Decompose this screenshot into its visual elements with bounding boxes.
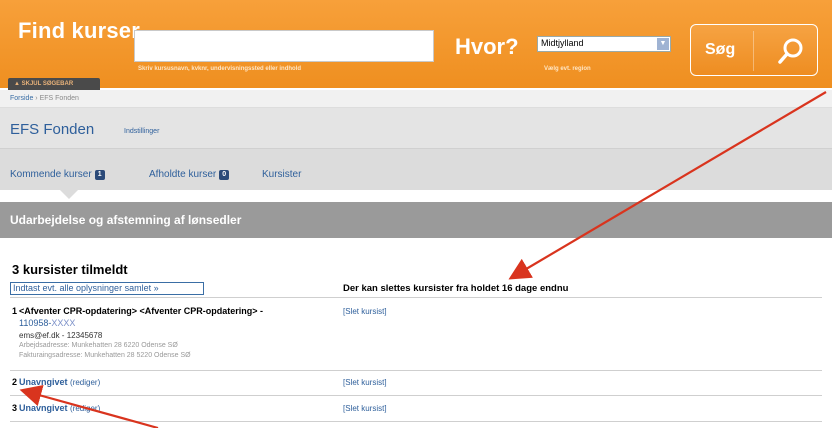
participants-panel xyxy=(10,238,822,428)
enter-all-info-link[interactable]: Indtast evt. alle oplysninger samlet » xyxy=(10,282,204,295)
collapse-search-tab[interactable]: ▲ SKJUL SØGEBAR xyxy=(8,78,100,90)
count-badge: 1 xyxy=(94,170,105,180)
breadcrumb: Forside › EFS Fonden xyxy=(0,90,832,108)
tab-upcoming-courses[interactable]: Kommende kurser 1 xyxy=(10,169,105,180)
tab-past-label: Afholdte kurser xyxy=(149,169,217,180)
org-name: EFS Fonden xyxy=(10,121,95,138)
search-button-label: Søg xyxy=(705,41,736,58)
participant-contact: ems@ef.dk - 12345678 xyxy=(19,331,103,340)
chevron-down-icon: ▼ xyxy=(657,38,669,50)
search-button[interactable]: Søg xyxy=(690,24,818,76)
row-index: 3 xyxy=(12,403,18,413)
edit-link[interactable]: (rediger) xyxy=(70,404,100,413)
participant-cpr[interactable]: 110958-XXXX xyxy=(19,318,75,328)
billing-address: Fakturaingsadresse: Munkehatten 28 5220 … xyxy=(19,352,191,359)
tab-past-courses[interactable]: Afholdte kurser 0 xyxy=(149,169,230,180)
settings-link[interactable]: Indstillinger xyxy=(124,128,159,135)
divider xyxy=(10,297,822,298)
region-select-value: Midtjylland xyxy=(541,38,584,48)
page: Find kurser Skriv kursusnavn, kvknr, und… xyxy=(0,0,832,428)
breadcrumb-current: EFS Fonden xyxy=(39,95,79,102)
participants-heading: 3 kursister tilmeldt xyxy=(12,262,128,277)
divider xyxy=(10,370,822,371)
tab-participants-label: Kursister xyxy=(262,169,302,180)
collapse-search-label: SKJUL SØGEBAR xyxy=(21,81,74,87)
edit-link[interactable]: (rediger) xyxy=(70,378,100,387)
delete-participant-link[interactable]: [Slet kursist] xyxy=(343,307,387,316)
delete-participant-link[interactable]: [Slet kursist] xyxy=(343,378,387,387)
course-title: Udarbejdelse og afstemning af lønsedler xyxy=(10,213,242,227)
participant-name-link[interactable]: Unavngivet (rediger) xyxy=(19,377,100,387)
divider xyxy=(10,421,822,422)
search-hint: Skriv kursusnavn, kvknr, undervisningsst… xyxy=(138,66,302,72)
count-badge: 0 xyxy=(219,170,230,180)
participant-name: Unavngivet xyxy=(19,403,68,413)
row-index: 2 xyxy=(12,377,18,387)
work-address: Arbejdsadresse: Munkehatten 28 6220 Oden… xyxy=(19,342,178,349)
breadcrumb-separator: › xyxy=(35,95,38,102)
tab-participants[interactable]: Kursister xyxy=(262,169,301,180)
participant-name: <Afventer CPR-opdatering> <Afventer CPR-… xyxy=(19,306,264,316)
participant-name: Unavngivet xyxy=(19,377,68,387)
participant-name-link[interactable]: Unavngivet (rediger) xyxy=(19,403,100,413)
search-icon xyxy=(778,38,803,64)
row-index: 1 xyxy=(12,306,18,316)
active-tab-pointer xyxy=(60,190,78,199)
cpr-mask: XXXX xyxy=(51,318,76,328)
course-title-bar: Udarbejdelse og afstemning af lønsedler xyxy=(0,202,832,238)
breadcrumb-home[interactable]: Forside xyxy=(10,95,33,102)
delete-participant-link[interactable]: [Slet kursist] xyxy=(343,404,387,413)
region-select[interactable]: Midtjylland ▼ xyxy=(537,36,671,52)
tab-bar: Kommende kurser 1 Afholdte kurser 0 Kursis… xyxy=(0,148,832,190)
tab-upcoming-label: Kommende kurser xyxy=(10,169,92,180)
search-bar: Find kurser Skriv kursusnavn, kvknr, und… xyxy=(0,0,832,88)
collapse-arrow-icon: ▲ xyxy=(14,81,22,87)
deletion-deadline-note: Der kan slettes kursister fra holdet 16 … xyxy=(343,283,569,294)
search-input[interactable] xyxy=(134,30,434,62)
divider xyxy=(10,395,822,396)
search-title: Find kurser xyxy=(18,18,141,43)
where-label: Hvor? xyxy=(455,34,519,59)
search-button-divider xyxy=(753,31,754,71)
org-header: EFS Fonden Indstillinger xyxy=(0,108,832,148)
cpr-prefix: 110958- xyxy=(19,318,52,328)
region-hint: Vælg evt. region xyxy=(544,66,591,72)
